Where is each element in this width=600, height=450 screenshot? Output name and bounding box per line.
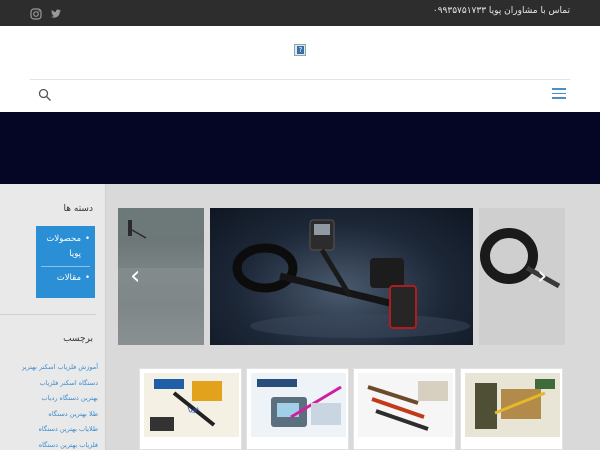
- product-card[interactable]: پویا: [139, 368, 242, 450]
- product-image: [465, 373, 560, 437]
- hero-banner: [0, 112, 600, 184]
- product-card[interactable]: [246, 368, 349, 450]
- nav-bar: [0, 80, 600, 112]
- categories-box: محصولات پویا مقالات: [36, 226, 95, 298]
- slider-next-arrow[interactable]: ›: [537, 263, 547, 289]
- tags-title: برچسب: [63, 334, 93, 344]
- tag-list: آموزش فلزیاب اسکنر بهترین دستگاه اسکنر ف…: [22, 360, 98, 450]
- broken-image-icon[interactable]: ?: [294, 44, 306, 56]
- tag-link[interactable]: فلزیاب بهترین دستگاه: [22, 438, 98, 450]
- categories-title: دسته ها: [63, 204, 93, 214]
- contact-phone-text[interactable]: تماس با مشاوران پویا ۰۹۹۳۵۷۵۱۷۳۳: [433, 6, 570, 16]
- logo-area: ?: [0, 26, 600, 80]
- product-card[interactable]: [353, 368, 456, 450]
- sidebar: دسته ها محصولات پویا مقالات برچسب آموزش …: [0, 184, 106, 450]
- product-image: پویا: [144, 373, 239, 437]
- top-bar: تماس با مشاوران پویا ۰۹۹۳۵۷۵۱۷۳۳: [0, 0, 600, 26]
- tag-link[interactable]: دستگاه اسکنر فلزیاب: [22, 376, 98, 392]
- logo-glyph: ?: [297, 46, 304, 54]
- tag-link[interactable]: طلایاب بهترین دستگاه: [22, 422, 98, 438]
- product-cards: پویا: [139, 368, 563, 450]
- search-icon[interactable]: [38, 87, 52, 101]
- category-divider: [41, 266, 90, 267]
- social-links: [30, 5, 62, 20]
- product-image: [251, 373, 346, 437]
- sidebar-divider: [0, 314, 96, 315]
- tag-link[interactable]: آموزش فلزیاب اسکنر بهترین: [22, 360, 98, 376]
- product-image: [358, 373, 453, 437]
- category-item-articles[interactable]: مقالات: [41, 271, 90, 286]
- tag-link[interactable]: طلا بهترین دستگاه: [22, 407, 98, 423]
- twitter-icon[interactable]: [50, 5, 62, 18]
- slide-image-metal-detector: [210, 208, 473, 345]
- slide-image-coil: [479, 208, 565, 345]
- hamburger-menu-icon[interactable]: [552, 88, 566, 100]
- instagram-icon[interactable]: [30, 5, 42, 20]
- slider-prev-arrow[interactable]: ‹: [130, 263, 140, 289]
- tag-link[interactable]: بهترین دستگاه ردیاب: [22, 391, 98, 407]
- image-slider: ‹ ›: [118, 208, 565, 345]
- product-card[interactable]: [460, 368, 563, 450]
- category-item-products[interactable]: محصولات پویا: [41, 232, 90, 262]
